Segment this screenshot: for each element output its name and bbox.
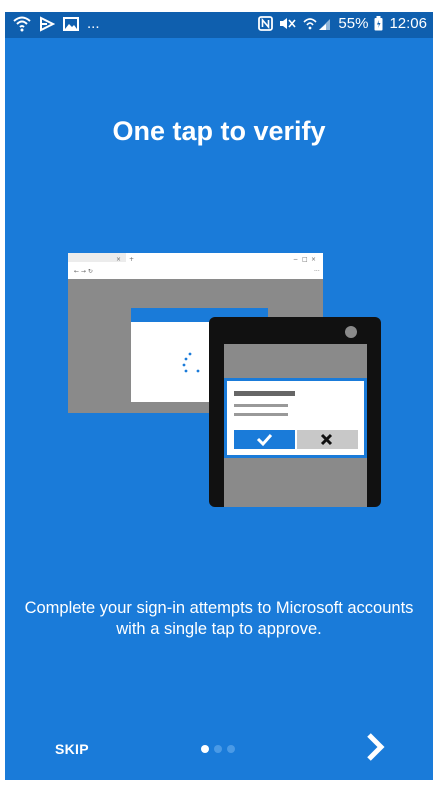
- svg-text:···: ···: [314, 268, 320, 275]
- svg-text:+: +: [129, 256, 134, 263]
- verify-illustration: × + − □ × ← → ↻ ···: [68, 253, 381, 507]
- device-frame: ... 55% 12:06 One tap to verify × + − □ …: [0, 0, 438, 785]
- svg-text:×: ×: [116, 256, 121, 263]
- skip-button[interactable]: SKIP: [55, 741, 89, 757]
- svg-text:← → ↻: ← → ↻: [74, 268, 93, 275]
- page-dot-3: [227, 745, 235, 753]
- svg-text:−: −: [293, 256, 298, 263]
- onboarding-screen: ... 55% 12:06 One tap to verify × + − □ …: [5, 12, 433, 780]
- phone-illustration: [209, 317, 381, 507]
- svg-text:□: □: [302, 256, 308, 263]
- page-indicator: [201, 745, 235, 753]
- svg-text:×: ×: [311, 256, 316, 263]
- page-dot-1: [201, 745, 209, 753]
- page-dot-2: [214, 745, 222, 753]
- page-description: Complete your sign-in attempts to Micros…: [24, 599, 414, 638]
- chevron-right-icon: [367, 733, 385, 761]
- next-button[interactable]: [359, 732, 389, 762]
